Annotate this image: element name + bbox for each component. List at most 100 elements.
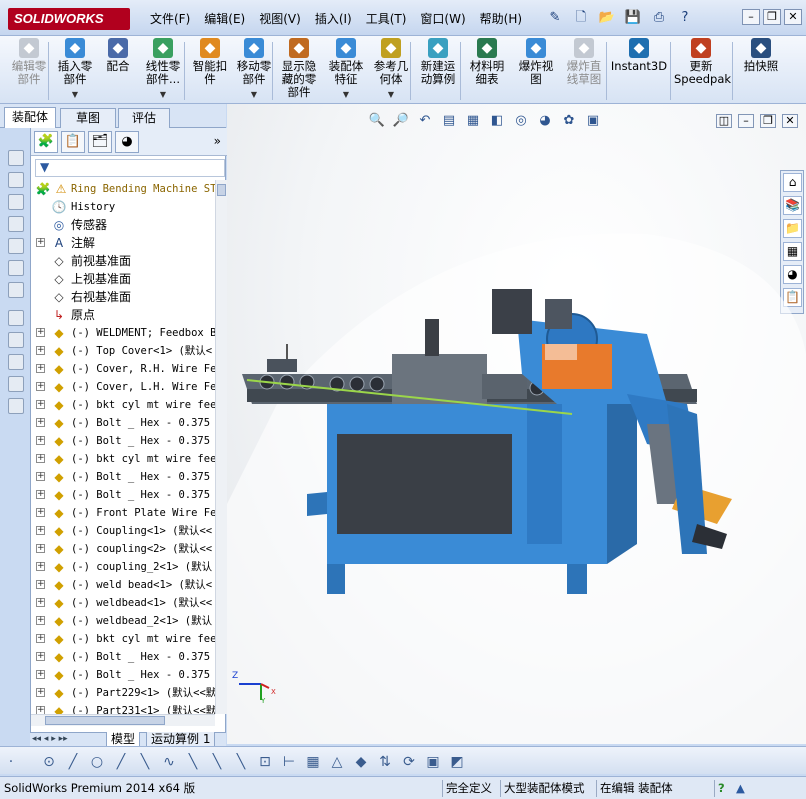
menu-file[interactable]: 文件(F) xyxy=(150,10,190,27)
print-icon[interactable]: ⎙ xyxy=(648,9,670,27)
tab-scroll-arrows-icon[interactable]: ◂◂ ◂ ▸ ▸▸ xyxy=(32,734,68,744)
help-icon[interactable]: ? xyxy=(674,9,696,27)
tab-assembly[interactable]: 装配体 xyxy=(4,107,56,128)
tree-item[interactable]: + ◆ (-) Bolt _ Hex - 0.375 xyxy=(31,666,215,684)
expand-plus-icon[interactable]: + xyxy=(36,472,45,481)
circle-icon[interactable]: ○ xyxy=(88,753,106,771)
expand-plus-icon[interactable]: + xyxy=(36,580,45,589)
centerline-icon[interactable]: ╲ xyxy=(136,753,154,771)
expand-plus-icon[interactable]: + xyxy=(36,328,45,337)
ribbon-button-reference-geometry[interactable]: ◆ 参考几 何体 ▼ xyxy=(370,38,412,102)
help-question-icon[interactable]: ? xyxy=(714,780,725,797)
tab-motion-study[interactable]: 运动算例 1 xyxy=(146,732,216,747)
menu-window[interactable]: 窗口(W) xyxy=(420,10,465,27)
tree-item[interactable]: + ◆ (-) Cover, R.H. Wire Fe xyxy=(31,360,215,378)
tree-item[interactable]: ◇ 右视基准面 xyxy=(31,288,215,306)
scroll-thumb[interactable] xyxy=(45,716,165,725)
tree-item[interactable]: + ◆ (-) coupling_2<1> (默认 xyxy=(31,558,215,576)
expand-plus-icon[interactable]: + xyxy=(36,616,45,625)
expand-plus-icon[interactable]: + xyxy=(36,400,45,409)
box-icon[interactable]: ▣ xyxy=(424,753,442,771)
spline-icon[interactable]: ∿ xyxy=(160,753,178,771)
dropdown-arrow-icon[interactable]: ▼ xyxy=(370,88,412,101)
dropdown-arrow-icon[interactable]: ▼ xyxy=(52,88,98,101)
move-icon[interactable]: ⇅ xyxy=(376,753,394,771)
tree-item[interactable]: + ◆ (-) Part231<1> (默认<<默 xyxy=(31,702,215,714)
ribbon-button-motion-study[interactable]: ◆ 新建运 动算例 xyxy=(414,38,462,102)
tree-item[interactable]: + ◆ (-) Bolt _ Hex - 0.375 xyxy=(31,414,215,432)
cube-icon[interactable] xyxy=(8,172,24,188)
expand-plus-icon[interactable]: + xyxy=(36,670,45,679)
new-document-icon[interactable]: 🗋 xyxy=(570,9,592,27)
ribbon-button-speedpak[interactable]: ◆ 更新 Speedpak xyxy=(674,38,731,102)
tab-model[interactable]: 模型 xyxy=(106,732,141,747)
expand-plus-icon[interactable]: + xyxy=(36,688,45,697)
hatch-icon[interactable]: ▦ xyxy=(304,753,322,771)
cube-icon[interactable] xyxy=(8,260,24,276)
cube-3d-icon[interactable]: ◆ xyxy=(352,753,370,771)
rotate-icon[interactable]: ⟳ xyxy=(400,753,418,771)
expand-plus-icon[interactable]: + xyxy=(36,364,45,373)
tree-item[interactable]: + ◆ (-) Part229<1> (默认<<默 xyxy=(31,684,215,702)
display-manager-tab-icon[interactable]: ◕ xyxy=(115,131,139,153)
tree-item[interactable]: ◇ 上视基准面 xyxy=(31,270,215,288)
tree-item[interactable]: + ◆ (-) coupling<2> (默认<< xyxy=(31,540,215,558)
ribbon-button-exploded-view[interactable]: ◆ 爆炸视图 xyxy=(514,38,558,102)
tree-item[interactable]: + ◆ (-) weld bead<1> (默认< xyxy=(31,576,215,594)
expand-plus-icon[interactable]: + xyxy=(36,634,45,643)
sketch-tool-icon[interactable] xyxy=(8,332,24,348)
smart-dimension-icon[interactable]: ⊢ xyxy=(280,753,298,771)
tree-item[interactable]: + ◆ (-) WELDMENT; Feedbox B xyxy=(31,324,215,342)
triangle-icon[interactable]: △ xyxy=(328,753,346,771)
status-arrow-icon[interactable]: ▲ xyxy=(736,780,745,797)
menu-view[interactable]: 视图(V) xyxy=(259,10,301,27)
menu-insert[interactable]: 插入(I) xyxy=(315,10,352,27)
trim-icon[interactable]: ╲ xyxy=(232,753,250,771)
ribbon-button-insert-component[interactable]: ◆ 插入零 部件 ▼ xyxy=(52,38,98,102)
close-button[interactable]: ✕ xyxy=(784,9,802,25)
configuration-tab-icon[interactable]: 🗂 xyxy=(88,131,112,153)
line-icon[interactable]: ╱ xyxy=(64,753,82,771)
tree-item[interactable]: + ◆ (-) bkt cyl mt wire fee xyxy=(31,450,215,468)
tree-item[interactable]: ↳ 原点 xyxy=(31,306,215,324)
save-icon[interactable]: 💾 xyxy=(622,9,644,27)
dimension-icon[interactable]: ╲ xyxy=(184,753,202,771)
open-folder-icon[interactable]: 📂 xyxy=(596,9,618,27)
tree-item[interactable]: + ◆ (-) bkt cyl mt wire fee xyxy=(31,396,215,414)
cube-icon[interactable] xyxy=(8,194,24,210)
ribbon-button-edit-component[interactable]: ◆ 编辑零 部件 xyxy=(4,38,54,102)
expand-arrow-icon[interactable]: » xyxy=(214,134,221,148)
sketch-tool-icon[interactable] xyxy=(8,354,24,370)
minimize-button[interactable]: – xyxy=(742,9,760,25)
offset-icon[interactable]: ╲ xyxy=(208,753,226,771)
tree-item[interactable]: + ◆ (-) weldbead<1> (默认<< xyxy=(31,594,215,612)
expand-plus-icon[interactable]: + xyxy=(36,418,45,427)
tree-horizontal-scrollbar[interactable] xyxy=(31,714,215,726)
menu-edit[interactable]: 编辑(E) xyxy=(204,10,245,27)
tree-item[interactable]: + ◆ (-) Bolt _ Hex - 0.375 xyxy=(31,468,215,486)
tree-item[interactable]: + ◆ (-) Front Plate Wire Fe xyxy=(31,504,215,522)
tab-sketch[interactable]: 草图 xyxy=(60,108,116,128)
point-icon[interactable]: ⊙ xyxy=(40,753,58,771)
expand-plus-icon[interactable]: + xyxy=(36,346,45,355)
graphics-area[interactable]: 🔍 🔎 ↶ ▤ ▦ ◧ ◎ ◕ ✿ ▣ ◫ – ❐ ✕ ⌂ 📚 📁 ▦ ◕ 📋 xyxy=(227,104,806,744)
sketch-tool-icon[interactable] xyxy=(8,376,24,392)
arc-icon[interactable]: ╱ xyxy=(112,753,130,771)
tree-item[interactable]: + ◆ (-) Bolt _ Hex - 0.375 xyxy=(31,432,215,450)
ribbon-button-move-component[interactable]: ◆ 移动零 部件 ▼ xyxy=(234,38,274,102)
ribbon-button-linear-pattern[interactable]: ◆ 线性零 部件... ▼ xyxy=(140,38,186,102)
tree-item[interactable]: + ◆ (-) Top Cover<1> (默认< xyxy=(31,342,215,360)
tree-root[interactable]: 🧩 ⚠ Ring Bending Machine STl xyxy=(31,180,215,198)
expand-plus-icon[interactable]: + xyxy=(36,508,45,517)
ribbon-button-instant3d[interactable]: ◆ Instant3D xyxy=(610,38,668,102)
ribbon-button-explode-line-sketch[interactable]: ◆ 爆炸直 线草图 xyxy=(560,38,608,102)
expand-plus-icon[interactable]: + xyxy=(36,544,45,553)
ribbon-button-snapshot[interactable]: ◆ 拍快照 xyxy=(736,38,786,102)
cube-icon[interactable] xyxy=(8,238,24,254)
expand-plus-icon[interactable]: + xyxy=(36,526,45,535)
cube-icon[interactable] xyxy=(8,282,24,298)
sketch-tool-icon[interactable] xyxy=(8,398,24,414)
ribbon-button-bom[interactable]: ◆ 材料明 细表 xyxy=(464,38,510,102)
sketch-icon[interactable]: · xyxy=(2,753,20,771)
machine-model[interactable] xyxy=(227,104,806,744)
